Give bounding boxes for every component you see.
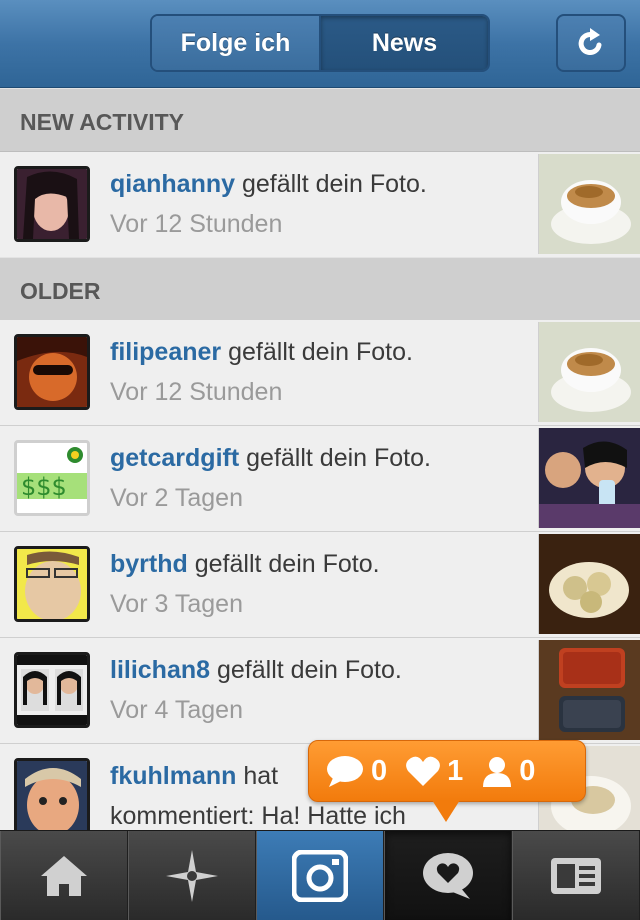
activity-row[interactable]: $$$ getcardgift gefällt dein Foto. Vor 2… <box>0 426 640 532</box>
activity-text: byrthd gefällt dein Foto. <box>110 550 380 579</box>
bubble-tail <box>432 800 460 822</box>
heart-icon <box>406 756 441 786</box>
avatar[interactable] <box>14 334 90 410</box>
follower-count: 0 <box>481 755 535 788</box>
segmented-control: Folge ich News <box>150 14 490 72</box>
tab-following[interactable]: Folge ich <box>152 16 321 70</box>
tab-bar <box>0 830 640 920</box>
svg-text:$$$: $$$ <box>21 473 67 501</box>
activity-action: gefällt dein Foto. <box>187 550 380 578</box>
app: Folge ich News NEW ACTIVITY qianhanny ge… <box>0 0 640 920</box>
activity-time: Vor 4 Tagen <box>110 696 243 724</box>
avatar[interactable] <box>14 652 90 728</box>
activity-row[interactable]: byrthd gefällt dein Foto. Vor 3 Tagen <box>0 532 640 638</box>
tab-news[interactable]: News <box>321 16 488 70</box>
username-link[interactable]: fkuhlmann <box>110 762 236 790</box>
activity-text: fkuhlmann hat <box>110 762 278 791</box>
activity-action: gefällt dein Foto. <box>239 444 431 472</box>
activity-notification-bubble[interactable]: 0 1 0 <box>308 740 586 802</box>
activity-text: filipeaner gefällt dein Foto. <box>110 338 413 367</box>
username-link[interactable]: filipeaner <box>110 338 221 366</box>
tab-explore[interactable] <box>128 831 256 920</box>
refresh-icon <box>578 28 602 56</box>
comment-count: 0 <box>325 754 387 788</box>
section-older: OLDER <box>0 257 640 321</box>
activity-text: getcardgift gefällt dein Foto. <box>110 444 431 473</box>
camera-icon <box>292 850 348 902</box>
tab-home[interactable] <box>0 831 128 920</box>
photo-thumbnail[interactable] <box>538 640 640 740</box>
news-icon <box>423 853 473 899</box>
activity-row[interactable]: filipeaner gefällt dein Foto. Vor 12 Stu… <box>0 320 640 426</box>
username-link[interactable]: byrthd <box>110 550 188 578</box>
comment-icon <box>327 756 363 787</box>
activity-action: gefällt dein Foto. <box>210 656 402 684</box>
activity-action: gefällt dein Foto. <box>221 338 413 366</box>
activity-action: gefällt dein Foto. <box>235 170 427 198</box>
refresh-button[interactable] <box>556 14 626 72</box>
activity-action: hat <box>236 762 279 790</box>
activity-time: Vor 3 Tagen <box>110 590 243 618</box>
username-link[interactable]: getcardgift <box>110 444 239 472</box>
activity-text: qianhanny gefällt dein Foto. <box>110 170 427 199</box>
home-icon <box>41 856 87 896</box>
activity-time: Vor 12 Stunden <box>110 210 283 238</box>
avatar[interactable] <box>14 758 90 834</box>
activity-row[interactable]: qianhanny gefällt dein Foto. Vor 12 Stun… <box>0 152 640 258</box>
activity-time: Vor 12 Stunden <box>110 378 283 406</box>
avatar[interactable]: $$$ <box>14 440 90 516</box>
username-link[interactable]: lilichan8 <box>110 656 210 684</box>
person-icon <box>483 757 512 787</box>
photo-thumbnail[interactable] <box>538 534 640 634</box>
like-count: 1 <box>405 755 463 788</box>
photo-thumbnail[interactable] <box>538 322 640 422</box>
activity-time: Vor 2 Tagen <box>110 484 243 512</box>
avatar[interactable] <box>14 546 90 622</box>
follower-count-value: 0 <box>519 754 536 787</box>
section-title: OLDER <box>20 278 101 304</box>
avatar[interactable] <box>14 166 90 242</box>
photo-thumbnail[interactable] <box>538 428 640 528</box>
section-new-activity: NEW ACTIVITY <box>0 88 640 152</box>
profile-icon <box>551 858 601 894</box>
tab-profile[interactable] <box>512 831 640 920</box>
tab-camera[interactable] <box>256 831 384 920</box>
activity-text: lilichan8 gefällt dein Foto. <box>110 656 402 685</box>
like-count-value: 1 <box>447 754 464 787</box>
nav-header: Folge ich News <box>0 0 640 88</box>
comment-text: kommentiert: Ha! Hatte ich <box>110 802 406 830</box>
section-title: NEW ACTIVITY <box>20 109 184 135</box>
tab-news[interactable] <box>384 831 512 920</box>
photo-thumbnail[interactable] <box>538 154 640 254</box>
activity-row[interactable]: lilichan8 gefällt dein Foto. Vor 4 Tagen <box>0 638 640 744</box>
username-link[interactable]: qianhanny <box>110 170 235 198</box>
comment-count-value: 0 <box>371 754 388 787</box>
explore-icon <box>166 850 218 902</box>
